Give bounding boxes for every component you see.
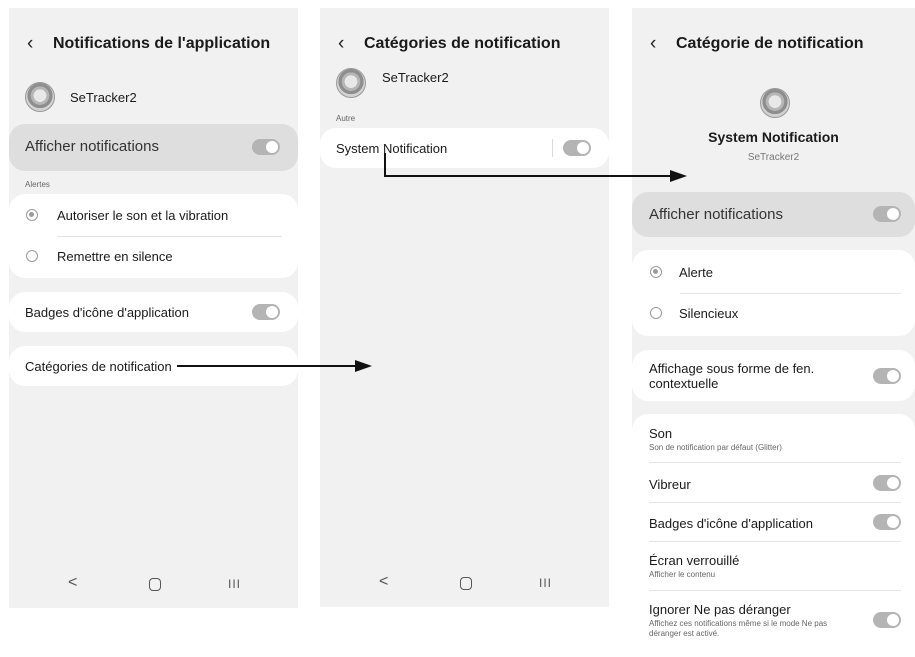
popup-toggle[interactable] xyxy=(873,368,901,384)
radio-selected-icon[interactable] xyxy=(650,266,662,278)
category-heading: System Notification xyxy=(708,129,839,145)
divider xyxy=(649,502,901,503)
nav-recent-icon[interactable]: III xyxy=(539,576,552,590)
arrow-1-head-icon xyxy=(355,360,372,372)
alert-mode-card: Autoriser le son et la vibration Remettr… xyxy=(9,194,298,278)
nav-bar: < III xyxy=(320,561,609,607)
radio-alert-label: Alerte xyxy=(679,264,713,280)
arrow-2-head-icon xyxy=(670,170,687,182)
system-notification-label[interactable]: System Notification xyxy=(336,141,447,156)
show-notifications-card[interactable]: Afficher notifications xyxy=(632,192,915,237)
radio-alert[interactable]: Alerte xyxy=(632,263,915,281)
app-info: SeTracker2 xyxy=(336,68,449,98)
header: ‹ Notifications de l'application xyxy=(9,34,298,53)
show-notifications-label: Afficher notifications xyxy=(649,206,783,223)
radio-sound-vibration[interactable]: Autoriser le son et la vibration xyxy=(9,206,298,224)
nav-back-icon[interactable]: < xyxy=(379,573,388,591)
dnd-row[interactable]: Ignorer Ne pas déranger Affichez ces not… xyxy=(649,602,859,639)
header: ‹ Catégorie de notification xyxy=(632,34,915,53)
show-notifications-label: Afficher notifications xyxy=(25,138,159,155)
back-icon[interactable]: ‹ xyxy=(338,34,354,53)
radio-unselected-icon[interactable] xyxy=(26,250,38,262)
screen-notification-category: ‹ Catégorie de notification System Notif… xyxy=(632,8,915,657)
dnd-sublabel: Affichez ces notifications même si le mo… xyxy=(649,619,828,638)
back-icon[interactable]: ‹ xyxy=(650,34,666,53)
app-name: SeTracker2 xyxy=(382,69,449,85)
vibrate-toggle[interactable] xyxy=(873,475,901,491)
vibrate-label: Vibreur xyxy=(649,477,691,492)
badges-toggle[interactable] xyxy=(873,514,901,530)
divider xyxy=(680,293,901,294)
alerts-header: Alertes xyxy=(25,180,50,189)
divider xyxy=(57,236,282,237)
alert-mode-card: Alerte Silencieux xyxy=(632,250,915,336)
screen-app-notifications: ‹ Notifications de l'application SeTrack… xyxy=(9,8,298,608)
screen-notification-categories: ‹ Catégories de notification SeTracker2 … xyxy=(320,8,609,607)
sound-sublabel: Son de notification par défaut (Glitter) xyxy=(649,443,782,452)
divider xyxy=(649,590,901,591)
page-title: Catégorie de notification xyxy=(676,34,864,52)
lock-screen-sublabel: Afficher le contenu xyxy=(649,570,716,579)
system-notification-card[interactable]: System Notification xyxy=(320,128,609,168)
nav-back-icon[interactable]: < xyxy=(68,574,77,592)
badges-label: Badges d'icône d'application xyxy=(649,516,813,531)
settings-card: Son Son de notification par défaut (Glit… xyxy=(632,414,915,657)
show-notifications-toggle[interactable] xyxy=(873,206,901,222)
radio-selected-icon[interactable] xyxy=(26,209,38,221)
popup-card[interactable]: Affichage sous forme de fen. contextuell… xyxy=(632,350,915,401)
radio-silent-label: Remettre en silence xyxy=(57,248,173,264)
back-icon[interactable]: ‹ xyxy=(27,34,43,53)
radio-silent[interactable]: Silencieux xyxy=(632,304,915,322)
page-title: Catégories de notification xyxy=(364,34,561,52)
section-other-header: Autre xyxy=(336,114,356,123)
radio-sound-label: Autoriser le son et la vibration xyxy=(57,207,229,223)
sound-row[interactable]: Son Son de notification par défaut (Glit… xyxy=(649,426,782,453)
radio-silent[interactable]: Remettre en silence xyxy=(9,247,298,265)
dnd-toggle[interactable] xyxy=(873,612,901,628)
dnd-label: Ignorer Ne pas déranger xyxy=(649,602,791,617)
badges-card[interactable]: Badges d'icône d'application xyxy=(9,292,298,332)
arrow-1-line xyxy=(177,365,356,367)
nav-home-icon[interactable] xyxy=(149,578,161,591)
show-notifications-card[interactable]: Afficher notifications xyxy=(9,124,298,171)
page-title: Notifications de l'application xyxy=(53,34,271,52)
lock-screen-row[interactable]: Écran verrouillé Afficher le contenu xyxy=(649,553,739,580)
nav-bar: < III xyxy=(9,562,298,608)
badges-label: Badges d'icône d'application xyxy=(25,305,189,320)
radio-unselected-icon[interactable] xyxy=(650,307,662,319)
app-info: SeTracker2 xyxy=(25,82,137,112)
popup-label: Affichage sous forme de fen. contextuell… xyxy=(649,361,815,391)
divider xyxy=(649,462,901,463)
sound-label: Son xyxy=(649,426,673,441)
categories-label: Catégories de notification xyxy=(25,359,172,374)
show-notifications-toggle[interactable] xyxy=(252,139,280,155)
app-name: SeTracker2 xyxy=(747,152,800,163)
lock-screen-label: Écran verrouillé xyxy=(649,553,740,568)
app-icon xyxy=(25,82,55,112)
nav-recent-icon[interactable]: III xyxy=(228,577,241,591)
vertical-divider xyxy=(552,139,553,157)
app-icon xyxy=(760,88,790,118)
system-notification-toggle[interactable] xyxy=(563,140,591,156)
arrow-2-vertical-line xyxy=(384,153,386,177)
app-name: SeTracker2 xyxy=(70,89,137,105)
arrow-2-horizontal-line xyxy=(384,175,671,177)
header: ‹ Catégories de notification xyxy=(320,34,609,53)
radio-silent-label: Silencieux xyxy=(679,305,739,321)
badges-toggle[interactable] xyxy=(252,304,280,320)
divider xyxy=(649,541,901,542)
nav-home-icon[interactable] xyxy=(460,577,472,590)
app-icon xyxy=(336,68,366,98)
